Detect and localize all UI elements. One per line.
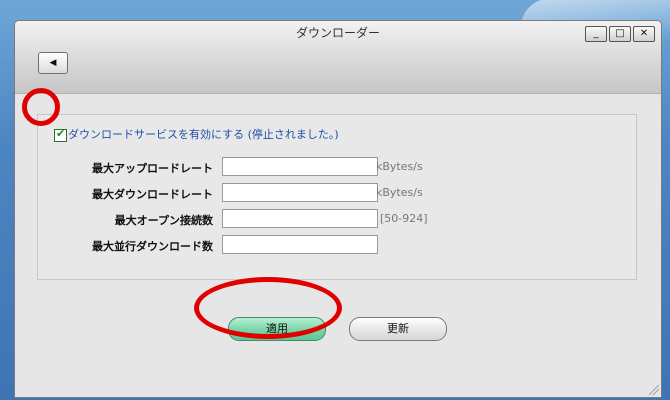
max-download-rate-label: 最大ダウンロードレート [92,188,213,201]
max-open-connections-row: 最大オープン接続数 [50-924] [38,209,598,229]
max-upload-rate-label: 最大アップロードレート [92,162,213,175]
max-open-connections-range: [50-924] [380,212,428,225]
checkmark-icon: ✔ [56,127,66,140]
back-button[interactable]: ◀ [38,52,68,74]
max-upload-rate-unit: kBytes/s [376,160,423,173]
max-concurrent-downloads-row: 最大並行ダウンロード数 [38,235,598,255]
max-concurrent-downloads-label: 最大並行ダウンロード数 [92,240,213,253]
close-button[interactable]: ✕ [633,26,655,42]
title-bar: ダウンローダー _ □ ✕ ◀ [15,21,661,94]
enable-service-checkbox[interactable]: ✔ [54,127,67,142]
max-upload-rate-row: 最大アップロードレート kBytes/s [38,157,598,177]
update-button[interactable]: 更新 [349,317,447,341]
downloader-window: ダウンローダー _ □ ✕ ◀ ✔ ダウンロードサービスを有効にする (停止され… [14,20,662,398]
resize-grip-icon[interactable] [649,385,659,395]
max-concurrent-downloads-input[interactable] [222,235,378,254]
window-controls: _ □ ✕ [585,26,655,42]
max-open-connections-input[interactable] [222,209,378,228]
download-service-panel: ✔ ダウンロードサービスを有効にする (停止されました。) 最大アップロードレー… [37,114,637,280]
settings-content: ✔ ダウンロードサービスを有効にする (停止されました。) 最大アップロードレー… [15,94,661,397]
max-upload-rate-input[interactable] [222,157,378,176]
max-open-connections-label: 最大オープン接続数 [114,214,213,227]
max-download-rate-unit: kBytes/s [376,186,423,199]
apply-button[interactable]: 適用 [228,317,326,341]
enable-service-label: ダウンロードサービスを有効にする (停止されました。) [68,128,339,141]
window-title: ダウンローダー [295,26,380,40]
max-download-rate-input[interactable] [222,183,378,202]
minimize-button[interactable]: _ [585,26,607,42]
max-download-rate-row: 最大ダウンロードレート kBytes/s [38,183,598,203]
maximize-button[interactable]: □ [609,26,631,42]
back-arrow-icon: ◀ [49,58,57,68]
